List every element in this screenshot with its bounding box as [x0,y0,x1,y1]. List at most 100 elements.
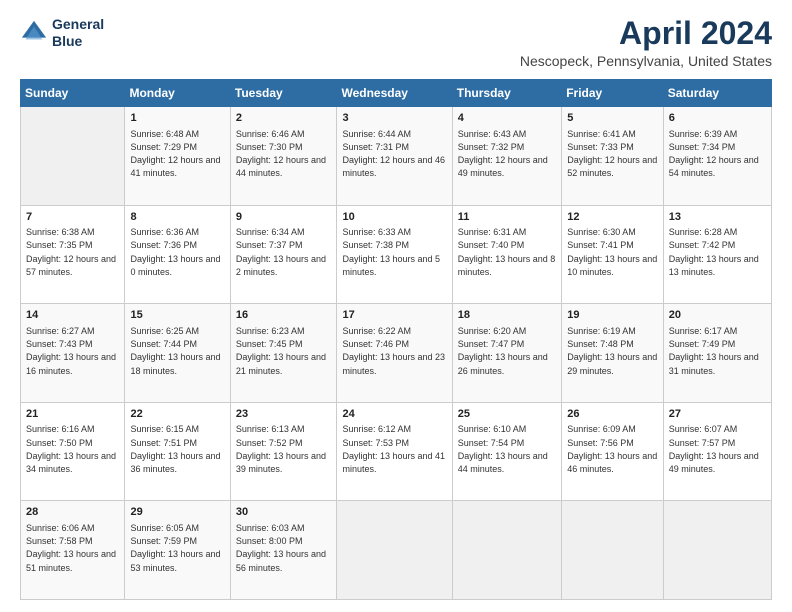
calendar-cell: 23Sunrise: 6:13 AMSunset: 7:52 PMDayligh… [230,402,337,501]
day-info: Sunrise: 6:41 AMSunset: 7:33 PMDaylight:… [567,129,657,179]
calendar-cell: 19Sunrise: 6:19 AMSunset: 7:48 PMDayligh… [562,304,664,403]
calendar-cell: 20 Sunrise: 6:17 AMSunset: 7:49 PMDayligh… [663,304,771,403]
calendar-cell: 9 Sunrise: 6:34 AMSunset: 7:37 PMDaylight… [230,205,337,304]
day-info: Sunrise: 6:27 AMSunset: 7:43 PMDaylight:… [26,326,116,376]
day-number: 6 [669,111,766,126]
calendar-cell: 27 Sunrise: 6:07 AMSunset: 7:57 PMDayligh… [663,402,771,501]
day-info: Sunrise: 6:16 AMSunset: 7:50 PMDaylight:… [26,424,116,474]
day-info: Sunrise: 6:09 AMSunset: 7:56 PMDaylight:… [567,424,657,474]
week-row-1: 1Sunrise: 6:48 AMSunset: 7:29 PMDaylight… [21,107,772,206]
col-header-thursday: Thursday [452,80,561,107]
calendar-cell: 3Sunrise: 6:44 AMSunset: 7:31 PMDaylight… [337,107,452,206]
day-number: 30 [236,505,332,520]
day-info: Sunrise: 6:12 AMSunset: 7:53 PMDaylight:… [342,424,445,474]
day-info: Sunrise: 6:23 AMSunset: 7:45 PMDaylight:… [236,326,326,376]
calendar-cell: 5 Sunrise: 6:41 AMSunset: 7:33 PMDaylight… [562,107,664,206]
calendar-cell: 12 Sunrise: 6:30 AMSunset: 7:41 PMDayligh… [562,205,664,304]
calendar-cell [337,501,452,600]
day-number: 16 [236,308,332,323]
day-number: 5 [567,111,658,126]
day-info: Sunrise: 6:39 AMSunset: 7:34 PMDaylight:… [669,129,759,179]
day-number: 13 [669,210,766,225]
day-info: Sunrise: 6:46 AMSunset: 7:30 PMDaylight:… [236,129,326,179]
day-number: 12 [567,210,658,225]
calendar-cell: 2 Sunrise: 6:46 AMSunset: 7:30 PMDaylight… [230,107,337,206]
calendar-cell: 4 Sunrise: 6:43 AMSunset: 7:32 PMDaylight… [452,107,561,206]
day-number: 9 [236,210,332,225]
day-info: Sunrise: 6:17 AMSunset: 7:49 PMDaylight:… [669,326,759,376]
day-number: 19 [567,308,658,323]
logo-line2: Blue [52,33,104,50]
calendar-cell: 10Sunrise: 6:33 AMSunset: 7:38 PMDayligh… [337,205,452,304]
day-info: Sunrise: 6:43 AMSunset: 7:32 PMDaylight:… [458,129,548,179]
calendar-cell: 13 Sunrise: 6:28 AMSunset: 7:42 PMDayligh… [663,205,771,304]
week-row-5: 28 Sunrise: 6:06 AMSunset: 7:58 PMDayligh… [21,501,772,600]
day-info: Sunrise: 6:22 AMSunset: 7:46 PMDaylight:… [342,326,445,376]
calendar-cell [663,501,771,600]
day-number: 21 [26,407,119,422]
day-number: 23 [236,407,332,422]
day-number: 8 [130,210,224,225]
header-row: SundayMondayTuesdayWednesdayThursdayFrid… [21,80,772,107]
calendar-cell [452,501,561,600]
day-info: Sunrise: 6:05 AMSunset: 7:59 PMDaylight:… [130,523,220,573]
day-number: 24 [342,407,446,422]
col-header-sunday: Sunday [21,80,125,107]
logo-text: General Blue [52,16,104,50]
page: General Blue April 2024 Nescopeck, Penns… [0,0,792,612]
calendar-cell: 1Sunrise: 6:48 AMSunset: 7:29 PMDaylight… [125,107,230,206]
day-number: 4 [458,111,556,126]
day-info: Sunrise: 6:15 AMSunset: 7:51 PMDaylight:… [130,424,220,474]
calendar-cell: 16 Sunrise: 6:23 AMSunset: 7:45 PMDayligh… [230,304,337,403]
calendar-cell: 15Sunrise: 6:25 AMSunset: 7:44 PMDayligh… [125,304,230,403]
day-number: 20 [669,308,766,323]
week-row-2: 7 Sunrise: 6:38 AMSunset: 7:35 PMDaylight… [21,205,772,304]
calendar-cell: 7 Sunrise: 6:38 AMSunset: 7:35 PMDaylight… [21,205,125,304]
day-number: 15 [130,308,224,323]
col-header-saturday: Saturday [663,80,771,107]
calendar-cell: 17Sunrise: 6:22 AMSunset: 7:46 PMDayligh… [337,304,452,403]
day-info: Sunrise: 6:38 AMSunset: 7:35 PMDaylight:… [26,227,116,277]
calendar-cell: 6 Sunrise: 6:39 AMSunset: 7:34 PMDaylight… [663,107,771,206]
calendar-cell: 18Sunrise: 6:20 AMSunset: 7:47 PMDayligh… [452,304,561,403]
calendar-cell: 14 Sunrise: 6:27 AMSunset: 7:43 PMDayligh… [21,304,125,403]
calendar-cell: 29 Sunrise: 6:05 AMSunset: 7:59 PMDayligh… [125,501,230,600]
calendar-table: SundayMondayTuesdayWednesdayThursdayFrid… [20,79,772,600]
col-header-monday: Monday [125,80,230,107]
day-info: Sunrise: 6:06 AMSunset: 7:58 PMDaylight:… [26,523,116,573]
calendar-cell [21,107,125,206]
day-number: 18 [458,308,556,323]
day-number: 1 [130,111,224,126]
day-info: Sunrise: 6:07 AMSunset: 7:57 PMDaylight:… [669,424,759,474]
calendar-cell: 30Sunrise: 6:03 AMSunset: 8:00 PMDayligh… [230,501,337,600]
header: General Blue April 2024 Nescopeck, Penns… [20,16,772,69]
week-row-3: 14 Sunrise: 6:27 AMSunset: 7:43 PMDayligh… [21,304,772,403]
day-info: Sunrise: 6:33 AMSunset: 7:38 PMDaylight:… [342,227,440,277]
day-number: 26 [567,407,658,422]
day-info: Sunrise: 6:30 AMSunset: 7:41 PMDaylight:… [567,227,657,277]
calendar-cell: 11 Sunrise: 6:31 AMSunset: 7:40 PMDayligh… [452,205,561,304]
calendar-cell: 28 Sunrise: 6:06 AMSunset: 7:58 PMDayligh… [21,501,125,600]
calendar-cell: 21 Sunrise: 6:16 AMSunset: 7:50 PMDayligh… [21,402,125,501]
day-number: 3 [342,111,446,126]
day-number: 28 [26,505,119,520]
week-row-4: 21 Sunrise: 6:16 AMSunset: 7:50 PMDayligh… [21,402,772,501]
day-info: Sunrise: 6:34 AMSunset: 7:37 PMDaylight:… [236,227,326,277]
day-number: 11 [458,210,556,225]
col-header-tuesday: Tuesday [230,80,337,107]
col-header-friday: Friday [562,80,664,107]
day-info: Sunrise: 6:28 AMSunset: 7:42 PMDaylight:… [669,227,759,277]
calendar-cell: 24 Sunrise: 6:12 AMSunset: 7:53 PMDayligh… [337,402,452,501]
calendar-cell: 8Sunrise: 6:36 AMSunset: 7:36 PMDaylight… [125,205,230,304]
col-header-wednesday: Wednesday [337,80,452,107]
day-info: Sunrise: 6:31 AMSunset: 7:40 PMDaylight:… [458,227,556,277]
logo-line1: General [52,16,104,33]
day-number: 27 [669,407,766,422]
day-number: 14 [26,308,119,323]
title-section: April 2024 Nescopeck, Pennsylvania, Unit… [520,16,772,69]
calendar-cell: 22Sunrise: 6:15 AMSunset: 7:51 PMDayligh… [125,402,230,501]
logo-icon [20,19,48,47]
day-number: 29 [130,505,224,520]
day-number: 2 [236,111,332,126]
day-number: 7 [26,210,119,225]
